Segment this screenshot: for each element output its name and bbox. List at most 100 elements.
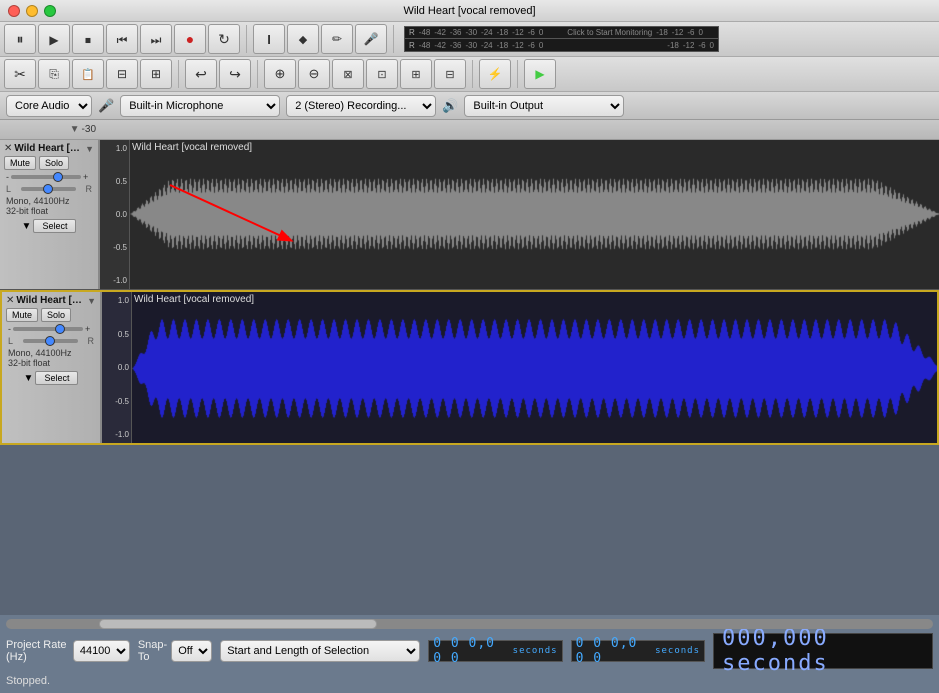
track-1-close-button[interactable]: ✕: [4, 143, 12, 154]
zoom-fit-button[interactable]: ⊠: [332, 59, 364, 89]
project-rate-select[interactable]: 44100: [73, 640, 130, 662]
track-1-select-button[interactable]: Select: [33, 219, 76, 233]
track-2-gain-slider[interactable]: [13, 327, 83, 331]
track-2-pan-l: L: [8, 336, 13, 346]
play-button[interactable]: [38, 24, 70, 54]
snap-to-select[interactable]: Off: [171, 640, 212, 662]
track-2-waveform[interactable]: 1.0 0.5 0.0 -0.5 -1.0 Wild Heart [vocal …: [102, 292, 937, 443]
track-1-canvas: [130, 140, 939, 288]
redo-button[interactable]: ↪: [219, 59, 251, 89]
track-2-pan-slider[interactable]: [23, 339, 78, 343]
horizontal-scrollbar[interactable]: [6, 619, 933, 629]
track-1-title-bar: ✕ Wild Heart [vo... ▼: [2, 142, 96, 155]
toggle-button[interactable]: ⚡: [479, 59, 511, 89]
zoom-full-button[interactable]: ⊞: [400, 59, 432, 89]
track-2-mute-button[interactable]: Mute: [6, 308, 38, 322]
click-to-start-monitoring[interactable]: Click to Start Monitoring: [567, 28, 652, 37]
track-1-gain-plus: +: [83, 172, 88, 182]
track-1-select-area: ▼ Select: [2, 218, 96, 234]
toolbar-sep-6: [517, 60, 518, 88]
green-arrow-button[interactable]: ▶: [524, 59, 556, 89]
toolbar-sep-3: [178, 60, 179, 88]
volume-icon: 🔊: [442, 98, 458, 114]
zoom-out-button[interactable]: ⊖: [298, 59, 330, 89]
stop-button[interactable]: [72, 24, 104, 54]
zoom-in-button[interactable]: ⊕: [264, 59, 296, 89]
track-2-select-area: ▼ Select: [4, 370, 98, 386]
toolbar-sep-4: [257, 60, 258, 88]
multi-zoom-button[interactable]: ⊟: [434, 59, 466, 89]
track-2: ✕ Wild Heart [vo... ▼ Mute Solo - + L R …: [0, 290, 939, 445]
track-2-waveform-title: Wild Heart [vocal removed]: [134, 294, 254, 305]
loop-button[interactable]: [208, 24, 240, 54]
envelope-tool-button[interactable]: ◆: [287, 24, 319, 54]
selection-mode-group: Start and Length of Selection: [220, 640, 420, 662]
track-1-solo-button[interactable]: Solo: [39, 156, 69, 170]
time-display-2: 0 0 0,0 0 0 seconds: [571, 640, 705, 662]
track-1-waveform[interactable]: 1.0 0.5 0.0 -0.5 -1.0 Wild Heart [vocal …: [100, 140, 939, 289]
time-1-value: 0 0 0,0 0 0: [433, 636, 508, 666]
track-2-menu-arrow[interactable]: ▼: [87, 296, 96, 306]
time-display-1: 0 0 0,0 0 0 seconds: [428, 640, 562, 662]
snap-to-group: Snap-To Off: [138, 639, 212, 663]
toolbar-sep-2: [393, 25, 394, 53]
pencil-tool-button[interactable]: ✏: [321, 24, 353, 54]
toolbar-sep-5: [472, 60, 473, 88]
paste-button[interactable]: 📋: [72, 59, 104, 89]
mic-icon: 🎤: [98, 98, 114, 114]
time-1-unit: seconds: [513, 646, 558, 656]
track-1-waveform-title: Wild Heart [vocal removed]: [132, 142, 252, 153]
toolbar-transport: I ◆ ✏ 🎤 R -48 -42 -36 -30 -24 -18 -12 -6…: [0, 22, 939, 57]
toolbar-edit: ✂ ⎘ 📋 ⊟ ⊞ ↩ ↪ ⊕ ⊖ ⊠ ⊡ ⊞ ⊟ ⚡ ▶: [0, 57, 939, 92]
track-2-pan-r: R: [87, 336, 94, 346]
track-2-name: Wild Heart [vo...: [16, 295, 85, 306]
track-2-collapse-arrow[interactable]: ▼: [24, 373, 34, 384]
scrollbar-thumb[interactable]: [99, 619, 377, 629]
track-1-collapse-arrow[interactable]: ▼: [22, 221, 32, 232]
track-2-solo-button[interactable]: Solo: [41, 308, 71, 322]
undo-button[interactable]: ↩: [185, 59, 217, 89]
trim-button[interactable]: ⊟: [106, 59, 138, 89]
track-2-close-button[interactable]: ✕: [6, 295, 14, 306]
track-2-buttons: Mute Solo: [4, 307, 98, 323]
track-1-info: Mono, 44100Hz 32-bit float: [2, 195, 96, 217]
close-button[interactable]: [8, 5, 20, 17]
large-time-display: 000,000 seconds: [713, 633, 933, 669]
track-1-gain-slider[interactable]: [11, 175, 81, 179]
time-2-value: 0 0 0,0 0 0: [576, 636, 651, 666]
time-2-unit: seconds: [655, 646, 700, 656]
recording-device-select[interactable]: Built-in Microphone: [120, 95, 280, 117]
bottom-bar: Project Rate (Hz) 44100 Snap-To Off Star…: [0, 615, 939, 693]
status-row: Project Rate (Hz) 44100 Snap-To Off Star…: [6, 633, 933, 669]
recording-channels-select[interactable]: 2 (Stereo) Recording...: [286, 95, 436, 117]
record-button[interactable]: [174, 24, 206, 54]
selection-mode-select[interactable]: Start and Length of Selection: [220, 640, 420, 662]
ruler-db-label: -30: [82, 124, 96, 135]
copy-button[interactable]: ⎘: [38, 59, 70, 89]
cut-button[interactable]: ✂: [4, 59, 36, 89]
empty-track-area: [0, 445, 939, 615]
track-2-info: Mono, 44100Hz 32-bit float: [4, 347, 98, 369]
mic-tool-button[interactable]: 🎤: [355, 24, 387, 54]
audio-host-select[interactable]: Core Audio: [6, 95, 92, 117]
minimize-button[interactable]: [26, 5, 38, 17]
track-1-buttons: Mute Solo: [2, 155, 96, 171]
track-1-pan-slider[interactable]: [21, 187, 76, 191]
select-tool-button[interactable]: I: [253, 24, 285, 54]
track-2-canvas: [132, 292, 937, 443]
track-1-pan-row: L R: [2, 183, 96, 195]
silence-button[interactable]: ⊞: [140, 59, 172, 89]
zoom-sel-button[interactable]: ⊡: [366, 59, 398, 89]
prev-button[interactable]: [106, 24, 138, 54]
maximize-button[interactable]: [44, 5, 56, 17]
window-controls: [8, 5, 56, 17]
track-1-menu-arrow[interactable]: ▼: [85, 144, 94, 154]
playback-device-select[interactable]: Built-in Output: [464, 95, 624, 117]
track-2-select-button[interactable]: Select: [35, 371, 78, 385]
next-button[interactable]: [140, 24, 172, 54]
project-rate-group: Project Rate (Hz) 44100: [6, 639, 130, 663]
large-time-value: 000,000 seconds: [722, 626, 924, 676]
track-1-mute-button[interactable]: Mute: [4, 156, 36, 170]
pause-button[interactable]: [4, 24, 36, 54]
project-rate-label: Project Rate (Hz): [6, 639, 69, 663]
